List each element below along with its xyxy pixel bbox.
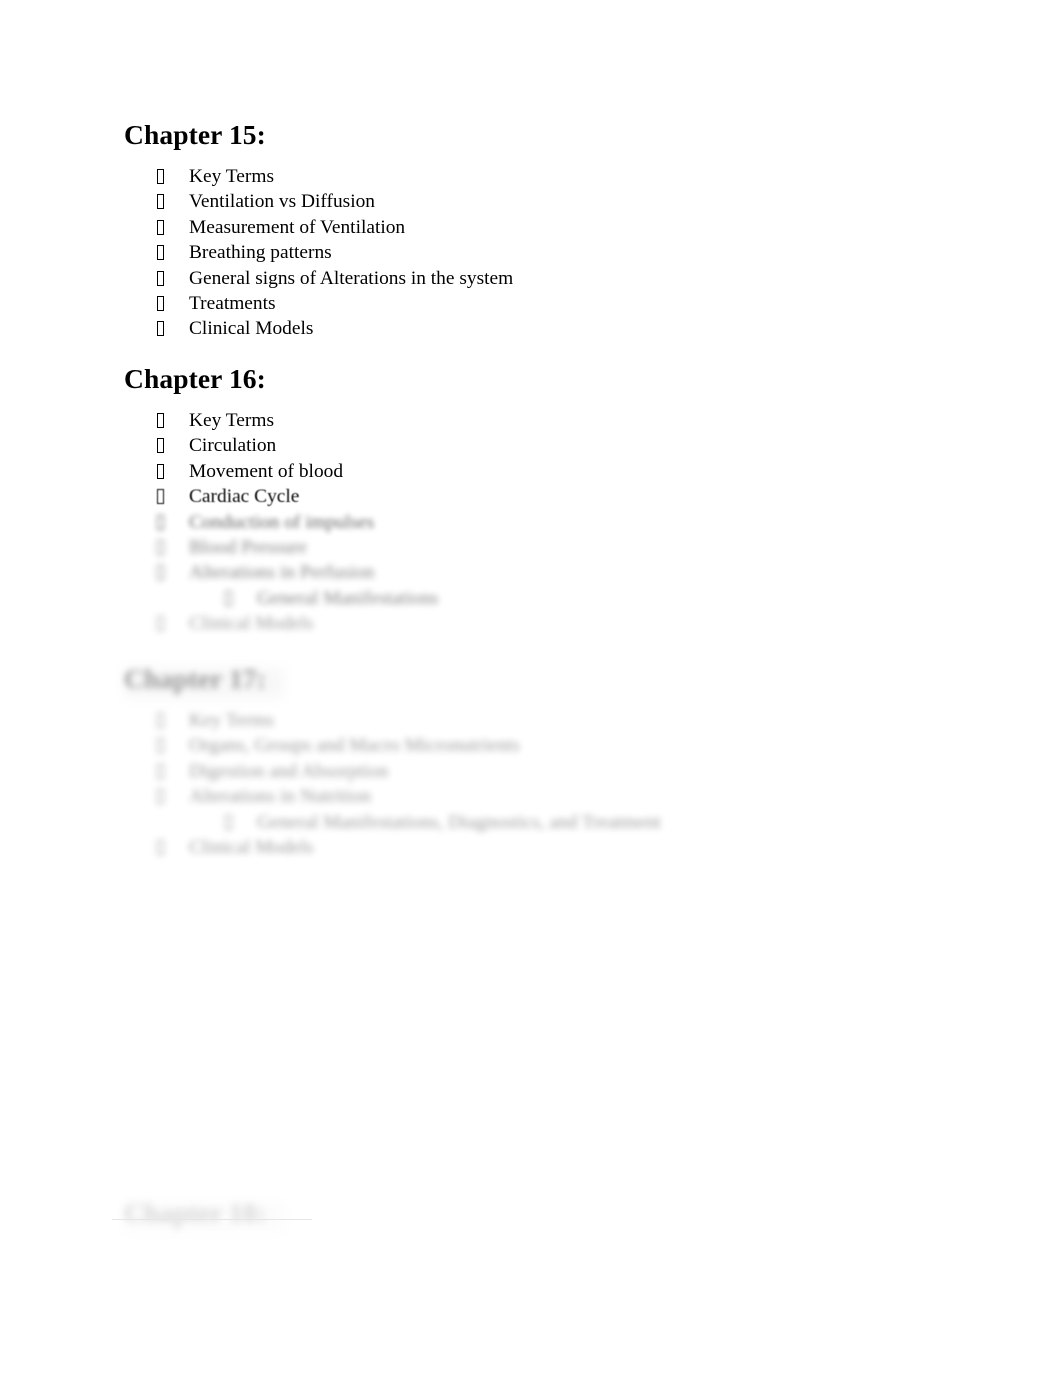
bullet-tofu-icon bbox=[157, 245, 164, 261]
bullet-tofu-icon bbox=[157, 321, 164, 337]
list-item-label: Alterations in Nutrition bbox=[189, 786, 372, 808]
list-item-label: Measurement of Ventilation bbox=[189, 216, 406, 238]
bullet-tofu-icon bbox=[157, 738, 164, 754]
list-item-label: Organs, Groups and Macro Micronutrients bbox=[189, 735, 520, 757]
list-item-label: Movement of blood bbox=[189, 460, 344, 482]
list-item[interactable]: Clinical Models bbox=[0, 316, 1062, 341]
list-item-label: Clinical Models bbox=[189, 613, 314, 635]
list-item-label: General signs of Alterations in the syst… bbox=[189, 267, 514, 289]
list-item[interactable]: Key Terms bbox=[0, 408, 1062, 433]
list-item[interactable]: Key Terms bbox=[0, 708, 1062, 733]
bullet-tofu-icon bbox=[157, 296, 164, 312]
list-item[interactable]: Circulation bbox=[0, 433, 1062, 458]
bullet-tofu-icon bbox=[157, 169, 164, 184]
list-item[interactable]: Alterations in Perfusion bbox=[0, 560, 1062, 585]
bullet-tofu-icon bbox=[157, 463, 164, 479]
chapter-heading-text: Chapter 18: bbox=[124, 1197, 266, 1228]
bullet-tofu-icon bbox=[157, 616, 164, 632]
bullet-tofu-icon bbox=[157, 413, 164, 428]
list-item-label: Digestion and Absorption bbox=[189, 760, 389, 782]
list-item-label: Ventilation vs Diffusion bbox=[189, 191, 375, 213]
list-item[interactable]: General signs of Alterations in the syst… bbox=[0, 266, 1062, 291]
list-item[interactable]: Key Terms bbox=[0, 164, 1062, 189]
list-item[interactable]: Organs, Groups and Macro Micronutrients bbox=[0, 733, 1062, 758]
document-page: Chapter 15: Key Terms Ventilation vs Dif… bbox=[0, 0, 1062, 1376]
chapter-section-16: Chapter 16: Key Terms Circulation Moveme… bbox=[0, 362, 1062, 637]
bullet-tofu-icon bbox=[157, 763, 164, 779]
list-item-label: Cardiac Cycle bbox=[189, 486, 300, 508]
bullet-tofu-icon bbox=[157, 540, 164, 556]
list-item[interactable]: Digestion and Absorption bbox=[0, 759, 1062, 784]
page-title: Chapter 15: bbox=[0, 118, 1062, 154]
list-item[interactable]: Ventilation vs Diffusion bbox=[0, 189, 1062, 214]
bullet-tofu-icon bbox=[157, 565, 164, 581]
chapter-16-list: Key Terms Circulation Movement of blood … bbox=[0, 408, 1062, 637]
bullet-tofu-icon bbox=[157, 713, 164, 728]
list-item-label: Key Terms bbox=[189, 710, 274, 731]
list-item[interactable]: Measurement of Ventilation bbox=[0, 215, 1062, 240]
list-item[interactable]: Treatments bbox=[0, 291, 1062, 316]
bullet-tofu-icon bbox=[157, 489, 164, 505]
list-item-label: Breathing patterns bbox=[189, 242, 332, 264]
chapter-section-18: Chapter 18: bbox=[0, 1196, 1062, 1230]
list-item[interactable]: Conduction of impulses bbox=[0, 510, 1062, 535]
bullet-tofu-icon bbox=[225, 590, 232, 606]
chapter-heading-text: Chapter 15: bbox=[124, 119, 266, 150]
bullet-tofu-icon bbox=[225, 814, 232, 830]
list-item-label: General Manifestations, Diagnostics, and… bbox=[257, 811, 661, 833]
page-break-rule bbox=[112, 1219, 312, 1220]
chapter-15-list: Key Terms Ventilation vs Diffusion Measu… bbox=[0, 164, 1062, 342]
bullet-tofu-icon bbox=[157, 789, 164, 805]
bullet-tofu-icon bbox=[157, 840, 164, 856]
list-item[interactable]: Alterations in Nutrition bbox=[0, 784, 1062, 809]
list-item[interactable]: Clinical Models bbox=[0, 611, 1062, 636]
list-item-label: Key Terms bbox=[189, 410, 274, 431]
chapter-section-15: Chapter 15: Key Terms Ventilation vs Dif… bbox=[0, 118, 1062, 342]
list-item-label: Conduction of impulses bbox=[189, 511, 375, 533]
list-item-label: Key Terms bbox=[189, 166, 274, 187]
list-item-label: Clinical Models bbox=[189, 318, 314, 340]
list-item[interactable]: Breathing patterns bbox=[0, 240, 1062, 265]
chapter-heading-text: Chapter 17: bbox=[124, 663, 266, 694]
list-item[interactable]: General Manifestations bbox=[0, 586, 1062, 611]
bullet-tofu-icon bbox=[157, 219, 164, 235]
bullet-tofu-icon bbox=[157, 514, 164, 530]
list-item[interactable]: Blood Pressure bbox=[0, 535, 1062, 560]
list-item-label: Circulation bbox=[189, 435, 277, 457]
list-item-label: Alterations in Perfusion bbox=[189, 562, 375, 584]
list-item[interactable]: Movement of blood bbox=[0, 459, 1062, 484]
list-item-label: Treatments bbox=[189, 293, 276, 315]
bullet-tofu-icon bbox=[157, 194, 164, 210]
list-item[interactable]: Cardiac Cycle bbox=[0, 484, 1062, 509]
list-item-label: General Manifestations bbox=[257, 587, 439, 609]
chapter-17-list: Key Terms Organs, Groups and Macro Micro… bbox=[0, 708, 1062, 860]
bullet-tofu-icon bbox=[157, 438, 164, 454]
page-title: Chapter 17: bbox=[0, 662, 1062, 698]
page-title: Chapter 18: bbox=[0, 1196, 1062, 1230]
list-item-label: Clinical Models bbox=[189, 837, 314, 859]
list-item[interactable]: General Manifestations, Diagnostics, and… bbox=[0, 810, 1062, 835]
list-item-label: Blood Pressure bbox=[189, 537, 307, 559]
chapter-heading-text: Chapter 16: bbox=[124, 363, 266, 394]
chapter-section-17: Chapter 17: Key Terms Organs, Groups and… bbox=[0, 662, 1062, 860]
list-item[interactable]: Clinical Models bbox=[0, 835, 1062, 860]
bullet-tofu-icon bbox=[157, 270, 164, 286]
page-title: Chapter 16: bbox=[0, 362, 1062, 398]
